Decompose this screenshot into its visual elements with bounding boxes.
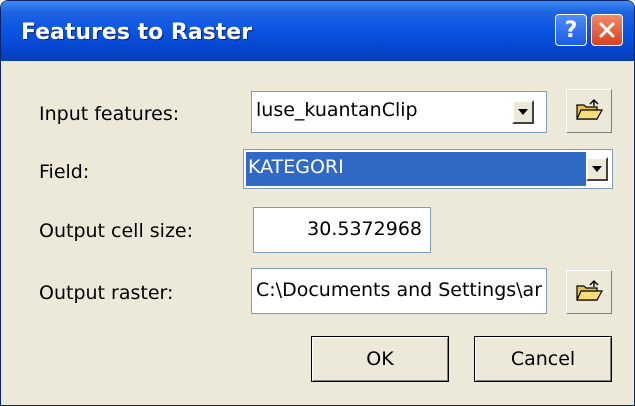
output-raster-input[interactable]: C:\Documents and Settings\ar [251,268,547,314]
cell-size-label: Output cell size: [39,220,194,242]
window-title: Features to Raster [21,20,253,45]
help-button[interactable]: ? [555,14,587,46]
browse-input-button[interactable] [566,89,612,133]
field-combobox[interactable]: KATEGORI [243,149,613,189]
open-folder-icon [576,280,603,301]
features-to-raster-dialog: Features to Raster ? Input features: lus… [0,0,635,406]
title-bar[interactable]: Features to Raster ? [1,1,634,61]
cancel-button[interactable]: Cancel [474,336,612,382]
field-label: Field: [39,161,90,183]
ok-button[interactable]: OK [311,336,449,382]
field-selected: KATEGORI [246,152,586,186]
field-dropdown-button[interactable] [586,157,608,181]
input-features-value: luse_kuantanClip [256,99,418,121]
browse-output-button[interactable] [566,270,612,314]
chevron-down-icon [518,109,528,115]
close-button[interactable] [591,14,623,46]
chevron-down-icon [592,166,602,172]
field-value: KATEGORI [248,156,344,178]
input-features-label: Input features: [39,103,180,125]
output-raster-value: C:\Documents and Settings\ar [256,279,543,301]
cell-size-value: 30.5372968 [307,218,422,240]
cell-size-input[interactable]: 30.5372968 [253,207,431,253]
close-icon [599,22,615,38]
help-icon: ? [564,17,578,43]
output-raster-label: Output raster: [39,282,174,304]
input-features-combobox[interactable]: luse_kuantanClip [251,91,547,133]
input-features-dropdown-button[interactable] [512,100,534,124]
open-folder-icon [576,99,603,120]
